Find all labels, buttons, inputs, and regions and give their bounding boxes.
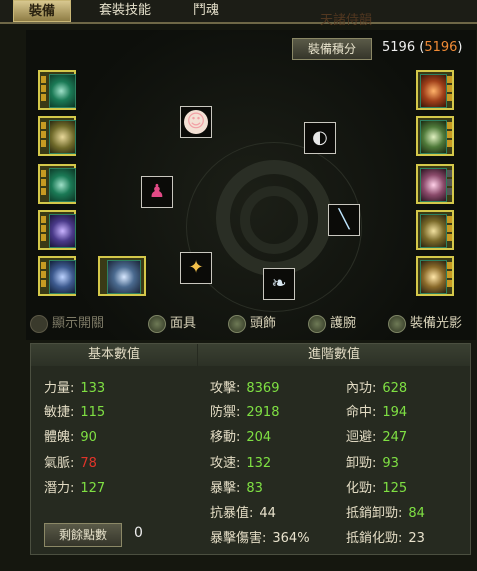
checkbox-icon — [148, 315, 166, 333]
mask-icon: ☺ — [184, 110, 208, 134]
stat-offset-parry: 抵銷卸勁: 84 — [346, 506, 425, 521]
gear-icon — [30, 315, 48, 333]
charm-icon: ✦ — [188, 257, 204, 278]
stat-evasion: 迴避: 247 — [346, 430, 408, 445]
stat-potential: 潛力: 127 — [44, 481, 106, 496]
wrist-slot[interactable]: ◐ — [304, 122, 336, 154]
equip-slot-left-2[interactable] — [38, 116, 76, 156]
tab-set-skills[interactable]: 套裝技能 — [85, 0, 165, 22]
equip-slot-right-1[interactable] — [416, 70, 454, 110]
stat-crit: 暴擊: 83 — [210, 481, 263, 496]
stats-panel: 基本數值 進階數值 力量: 133 敏捷: 115 體魄: 90 氣脈: 78 潛力: 1… — [30, 343, 471, 555]
equip-slot-weapon[interactable] — [98, 256, 146, 296]
sword-slot[interactable]: ╲ — [328, 204, 360, 236]
stat-physique: 體魄: 90 — [44, 430, 97, 445]
stat-move: 移動: 204 — [210, 430, 272, 445]
stat-attack: 攻擊: 8369 — [210, 381, 280, 396]
robe-icon: ♟ — [148, 181, 166, 202]
stat-crit-resist: 抗暴值: 44 — [210, 506, 276, 521]
tab-equipment[interactable]: 裝備 — [13, 0, 71, 22]
equip-slot-left-5[interactable] — [38, 256, 76, 296]
feather-slot[interactable]: ❧ — [263, 268, 295, 300]
equipment-score-button[interactable]: 裝備積分 — [292, 38, 372, 60]
stat-parry: 卸勁: 93 — [346, 456, 399, 471]
checkbox-icon — [308, 315, 326, 333]
stat-hit: 命中: 194 — [346, 405, 408, 420]
tab-underline — [0, 22, 477, 24]
stat-attack-speed: 攻速: 132 — [210, 456, 272, 471]
equip-slot-left-4[interactable] — [38, 210, 76, 250]
stat-inner-power: 內功: 628 — [346, 381, 408, 396]
remaining-points-value: 0 — [134, 525, 143, 541]
robe-slot[interactable]: ♟ — [141, 176, 173, 208]
tab-battle-soul[interactable]: 鬥魂 — [178, 0, 234, 22]
stat-deflect: 化勁: 125 — [346, 481, 408, 496]
wrist-guard-icon: ◐ — [312, 127, 328, 148]
equip-slot-left-3[interactable] — [38, 164, 76, 204]
equipment-score: 5196 (5196) — [382, 40, 463, 55]
equip-slot-right-4[interactable] — [416, 210, 454, 250]
equipment-panel — [26, 30, 476, 340]
mask-slot[interactable]: ☺ — [180, 106, 212, 138]
basic-stats-header: 基本數值 — [31, 344, 197, 366]
remaining-points-button[interactable]: 剩餘點數 — [44, 523, 122, 547]
equip-slot-right-3[interactable] — [416, 164, 454, 204]
feather-icon: ❧ — [271, 273, 287, 294]
stat-agility: 敏捷: 115 — [44, 405, 106, 420]
sword-icon: ╲ — [338, 209, 350, 230]
equip-slot-right-2[interactable] — [416, 116, 454, 156]
cloud-emblem-inner — [240, 186, 308, 254]
stat-offset-deflect: 抵銷化勁: 23 — [346, 531, 425, 546]
checkbox-icon — [228, 315, 246, 333]
background-title: 天諸侍韻 — [320, 13, 373, 28]
equip-slot-left-1[interactable] — [38, 70, 76, 110]
stat-strength: 力量: 133 — [44, 381, 106, 396]
advanced-stats-header: 進階數值 — [198, 344, 470, 366]
equip-slot-right-5[interactable] — [416, 256, 454, 296]
stat-meridian: 氣脈: 78 — [44, 456, 97, 471]
display-toggles: 顯示開關 面具 頭飾 護腕 裝備光影 — [30, 312, 476, 336]
checkbox-icon — [388, 315, 406, 333]
tab-bar: 裝備 套裝技能 鬥魂 — [0, 0, 477, 24]
stat-defense: 防禦: 2918 — [210, 405, 280, 420]
charm-slot[interactable]: ✦ — [180, 252, 212, 284]
stat-crit-damage: 暴擊傷害: 364% — [210, 531, 310, 546]
